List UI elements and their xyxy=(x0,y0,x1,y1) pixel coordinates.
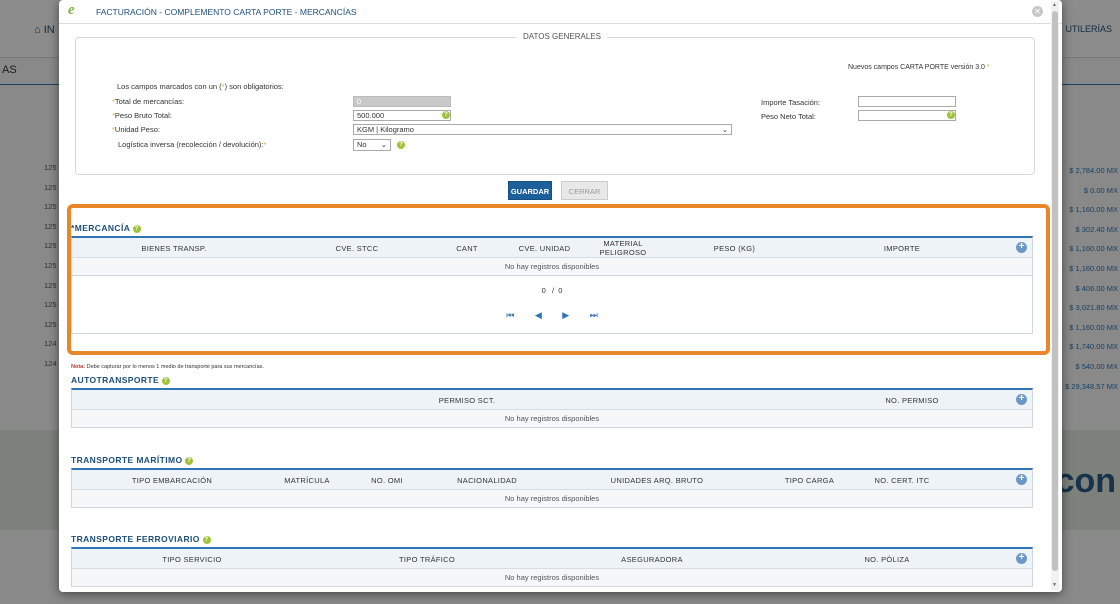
required-note: Los campos marcados con un (*) son oblig… xyxy=(117,82,284,91)
column-unidades-arq-bruto[interactable]: UNIDADES ARQ. BRUTO xyxy=(582,470,732,490)
peso-neto-input[interactable] xyxy=(858,110,956,121)
column-no-omi[interactable]: NO. OMI xyxy=(352,470,422,490)
peso-neto-label: Peso Neto Total: xyxy=(761,112,816,121)
column-aseguradora[interactable]: ASEGURADORA xyxy=(592,549,712,569)
column-tipo-embarcacion[interactable]: TIPO EMBARCACIÓN xyxy=(102,470,242,490)
column-matricula[interactable]: MATRÍCULA xyxy=(262,470,352,490)
general-data-legend: DATOS GENERALES xyxy=(517,32,607,41)
column-tipo-servicio[interactable]: TIPO SERVICIO xyxy=(132,549,252,569)
chevron-down-icon: ⌄ xyxy=(721,125,728,134)
maritimo-help-icon[interactable]: ? xyxy=(185,456,194,465)
column-nacionalidad[interactable]: NACIONALIDAD xyxy=(437,470,537,490)
ferroviario-help-icon[interactable]: ? xyxy=(202,535,211,544)
maritimo-title: TRANSPORTE MARÍTIMO ? xyxy=(71,455,194,465)
scroll-up-icon[interactable]: ▲ xyxy=(1052,2,1057,8)
cancel-button[interactable]: CERRAR xyxy=(561,181,608,200)
scrollbar-thumb[interactable] xyxy=(1052,11,1058,571)
maritimo-grid: TIPO EMBARCACIÓN MATRÍCULA NO. OMI NACIO… xyxy=(71,468,1033,508)
unidad-peso-select[interactable]: KGM | Kilogramo ⌄ xyxy=(353,124,732,135)
maritimo-section: TRANSPORTE MARÍTIMO ? TIPO EMBARCACIÓN M… xyxy=(71,455,1033,508)
unidad-peso-label: *Unidad Peso: xyxy=(112,125,160,134)
peso-bruto-help-icon[interactable]: ? xyxy=(442,111,450,119)
add-ferroviario-icon[interactable]: + xyxy=(1016,553,1027,564)
save-button[interactable]: GUARDAR xyxy=(508,181,552,200)
ferroviario-title: TRANSPORTE FERROVIARIO ? xyxy=(71,534,211,544)
peso-bruto-label: *Peso Bruto Total: xyxy=(112,111,172,120)
ferroviario-grid: TIPO SERVICIO TIPO TRÁFICO ASEGURADORA N… xyxy=(71,547,1033,587)
add-maritimo-icon[interactable]: + xyxy=(1016,474,1027,485)
scroll-down-icon[interactable]: ▼ xyxy=(1052,582,1057,588)
peso-bruto-input[interactable]: 500.000 xyxy=(353,110,451,121)
column-tipo-trafico[interactable]: TIPO TRÁFICO xyxy=(372,549,482,569)
modal-title: FACTURACIÓN - COMPLEMENTO CARTA PORTE - … xyxy=(96,7,357,17)
column-no-permiso[interactable]: NO. PERMISO xyxy=(852,390,972,410)
general-data-fieldset: DATOS GENERALES Nuevos campos CARTA PORT… xyxy=(75,32,1035,175)
modal-header: e FACTURACIÓN - COMPLEMENTO CARTA PORTE … xyxy=(59,0,1062,24)
logistica-inversa-select[interactable]: No ⌄ xyxy=(353,139,391,151)
mercancia-highlight-box xyxy=(67,204,1050,355)
column-permiso-sct[interactable]: PERMISO SCT. xyxy=(402,390,532,410)
maritimo-grid-header: TIPO EMBARCACIÓN MATRÍCULA NO. OMI NACIO… xyxy=(72,470,1032,490)
app-logo-icon: e xyxy=(68,2,75,18)
autotransporte-section: AUTOTRANSPORTE ? PERMISO SCT. NO. PERMIS… xyxy=(71,375,1033,428)
ferroviario-grid-header: TIPO SERVICIO TIPO TRÁFICO ASEGURADORA N… xyxy=(72,549,1032,569)
autotransporte-grid-header: PERMISO SCT. NO. PERMISO + xyxy=(72,390,1032,410)
ferroviario-section: TRANSPORTE FERROVIARIO ? TIPO SERVICIO T… xyxy=(71,534,1033,587)
importe-tasacion-label: Importe Tasación: xyxy=(761,98,821,107)
logistica-help-icon[interactable]: ? xyxy=(397,141,405,149)
total-mercancias-label: *Total de mercancías: xyxy=(112,97,185,106)
autotransporte-help-icon[interactable]: ? xyxy=(161,376,170,385)
transport-note: Nota: Debe capturar por lo menos 1 medio… xyxy=(71,364,264,370)
column-no-cert-itc[interactable]: NO. CERT. ITC xyxy=(852,470,952,490)
maritimo-empty-message: No hay registros disponibles xyxy=(72,490,1032,507)
peso-neto-help-icon[interactable]: ? xyxy=(947,111,955,119)
close-icon[interactable]: ✕ xyxy=(1032,6,1043,17)
modal-scrollbar[interactable]: ▲ ▼ xyxy=(1051,1,1059,590)
logistica-inversa-label: Logística inversa (recolección / devoluc… xyxy=(118,140,267,149)
add-autotransporte-icon[interactable]: + xyxy=(1016,394,1027,405)
version-note: Nuevos campos CARTA PORTE versión 3.0 * xyxy=(848,64,990,71)
ferroviario-empty-message: No hay registros disponibles xyxy=(72,569,1032,586)
autotransporte-empty-message: No hay registros disponibles xyxy=(72,410,1032,427)
importe-tasacion-input[interactable] xyxy=(858,96,956,107)
column-no-poliza[interactable]: NO. PÓLIZA xyxy=(832,549,942,569)
autotransporte-title: AUTOTRANSPORTE ? xyxy=(71,375,170,385)
total-mercancias-input: 0 xyxy=(353,96,451,107)
autotransporte-grid: PERMISO SCT. NO. PERMISO + No hay regist… xyxy=(71,388,1033,428)
column-tipo-carga[interactable]: TIPO CARGA xyxy=(762,470,857,490)
chevron-down-icon: ⌄ xyxy=(380,140,387,149)
